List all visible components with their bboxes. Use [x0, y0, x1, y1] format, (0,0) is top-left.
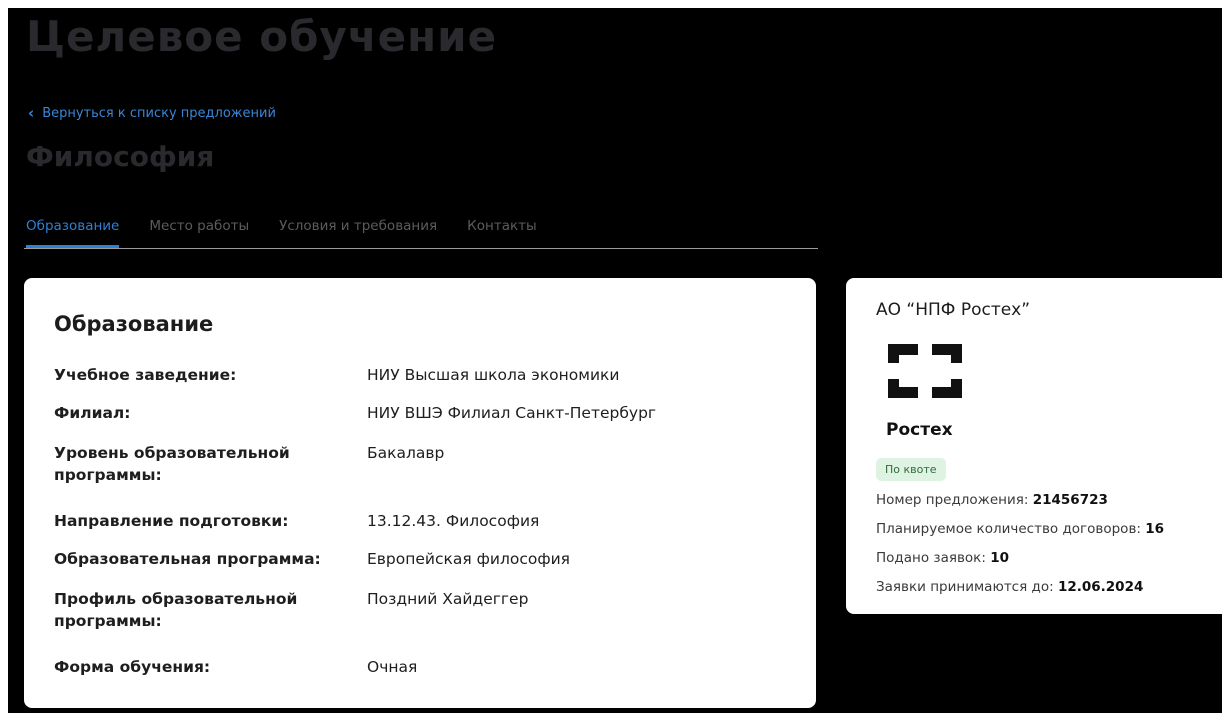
tab-conditions[interactable]: Условия и требования: [279, 214, 437, 246]
row-label: Уровень образовательной программы:: [54, 444, 290, 484]
row-label: Профиль образовательной программы:: [54, 590, 298, 630]
education-row: Уровень образовательной программы: Бакал…: [54, 442, 794, 486]
row-label: Направление подготовки:: [54, 512, 289, 530]
application-deadline-value: 12.06.2024: [1057, 579, 1144, 595]
screen: Целевое обучение ‹ Вернуться к списку пр…: [8, 8, 1222, 713]
education-row: Профиль образовательной программы: Поздн…: [54, 588, 794, 632]
offer-number-value: 21456723: [1032, 492, 1108, 508]
tab-workplace[interactable]: Место работы: [149, 214, 249, 246]
planned-contracts: Планируемое количество договоров: 16: [876, 521, 1164, 537]
education-row: Форма обучения: Очная: [54, 656, 794, 678]
company-logo-text: Ростех: [886, 420, 953, 440]
row-value: Поздний Хайдеггер: [367, 590, 529, 608]
row-value: 13.12.43. Философия: [367, 512, 540, 530]
row-value: Очная: [367, 658, 418, 676]
row-label: Учебное заведение:: [54, 366, 237, 384]
education-card: Образование Учебное заведение: НИУ Высша…: [24, 278, 816, 708]
education-row: Учебное заведение: НИУ Высшая школа экон…: [54, 364, 794, 386]
offer-number: Номер предложения: 21456723: [876, 492, 1108, 508]
submitted-applications: Подано заявок: 10: [876, 550, 1009, 566]
education-row: Образовательная программа: Европейская ф…: [54, 548, 794, 570]
quota-badge: По квоте: [876, 458, 946, 481]
company-name: АО “НПФ Ростех”: [876, 300, 1031, 320]
company-card: АО “НПФ Ростех” Ростех По квоте Номер пр…: [846, 278, 1222, 614]
back-link-label: Вернуться к списку предложений: [42, 105, 276, 121]
page-title: Целевое обучение: [26, 12, 498, 61]
row-value: Европейская философия: [367, 550, 570, 568]
row-value: НИУ Высшая школа экономики: [367, 366, 620, 384]
tab-bar: Образование Место работы Условия и требо…: [24, 214, 818, 249]
application-deadline-label: Заявки принимаются до:: [876, 579, 1054, 595]
education-heading: Образование: [54, 312, 214, 336]
submitted-applications-value: 10: [990, 550, 1009, 566]
submitted-applications-label: Подано заявок:: [876, 550, 986, 566]
program-title: Философия: [26, 140, 215, 173]
planned-contracts-value: 16: [1145, 521, 1165, 537]
row-value: НИУ ВШЭ Филиал Санкт-Петербург: [367, 404, 657, 422]
tab-education[interactable]: Образование: [26, 214, 120, 248]
row-label: Образовательная программа:: [54, 550, 321, 568]
offer-number-label: Номер предложения:: [876, 492, 1029, 508]
chevron-left-icon: ‹: [28, 104, 35, 122]
rostec-logo-icon: [888, 344, 962, 398]
row-label: Форма обучения:: [54, 658, 211, 676]
planned-contracts-label: Планируемое количество договоров:: [876, 521, 1141, 537]
row-label: Филиал:: [54, 404, 131, 422]
education-row: Направление подготовки: 13.12.43. Филосо…: [54, 510, 794, 532]
row-value: Бакалавр: [367, 444, 445, 462]
tab-contacts[interactable]: Контакты: [467, 214, 536, 246]
education-row: Филиал: НИУ ВШЭ Филиал Санкт-Петербург: [54, 402, 794, 424]
back-link[interactable]: ‹ Вернуться к списку предложений: [28, 104, 276, 122]
application-deadline: Заявки принимаются до: 12.06.2024: [876, 579, 1143, 595]
